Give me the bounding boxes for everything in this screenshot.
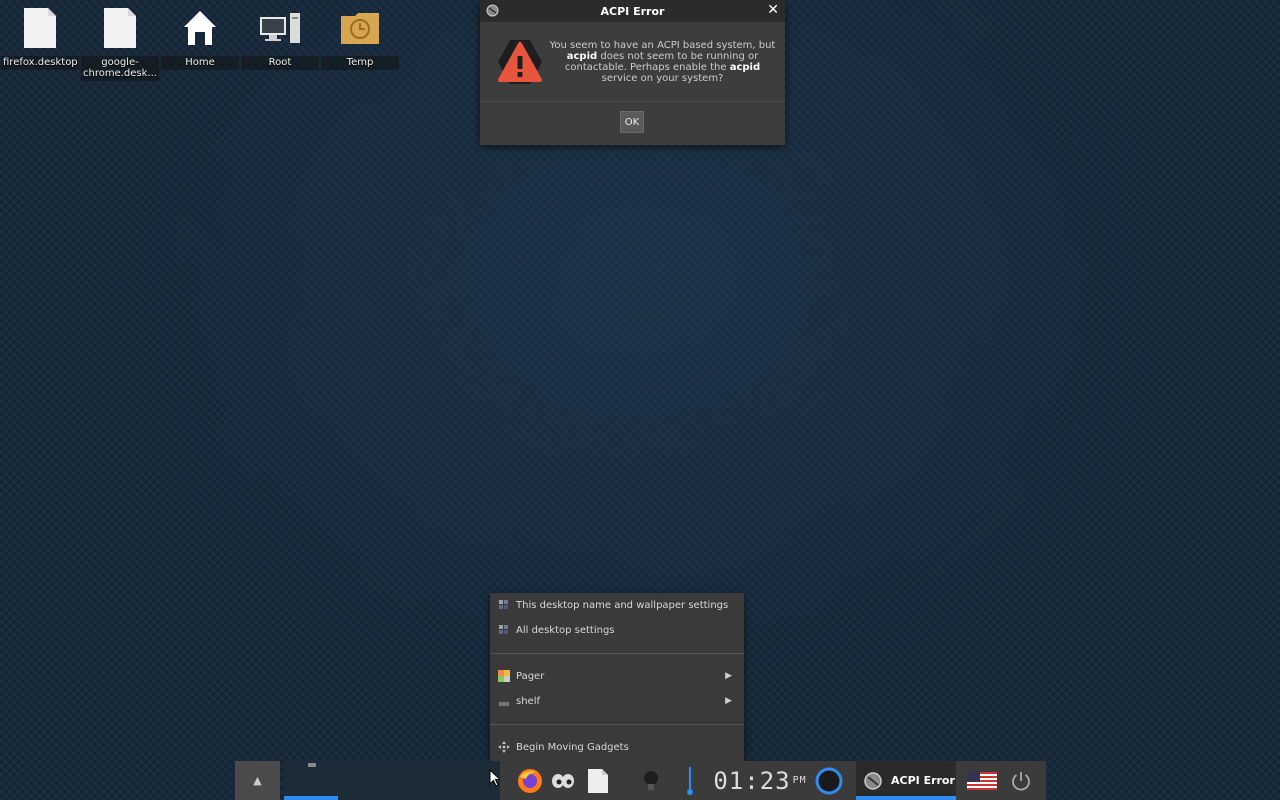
thermometer-icon	[687, 766, 693, 795]
pager[interactable]	[284, 761, 500, 800]
task-acpi-error[interactable]: ACPI Error	[856, 761, 956, 800]
clock-folder-icon	[341, 13, 379, 44]
desktop-icon-firefox[interactable]: firefox.desktop	[1, 0, 79, 70]
power-button[interactable]	[1006, 761, 1036, 800]
shelf-expand-button[interactable]: ▲	[235, 761, 280, 800]
clock[interactable]: 01:23 PM	[712, 761, 808, 800]
shelf: 01:23 PM ACPI Error	[500, 761, 1046, 800]
close-icon[interactable]: ✕	[767, 2, 779, 18]
shelf-icon	[499, 702, 509, 706]
desktop-icon-label: Home	[161, 56, 239, 70]
menu-separator	[490, 653, 744, 654]
thermometer-gadget[interactable]	[680, 761, 700, 800]
dialog-separator	[480, 101, 785, 102]
ring-icon	[815, 767, 843, 794]
firefox-icon	[518, 768, 542, 793]
submenu-arrow-icon: ▶	[725, 696, 732, 706]
dialog-titlebar[interactable]: ACPI Error ✕	[480, 0, 785, 22]
menu-item-pager[interactable]: Pager ▶	[490, 666, 744, 686]
power-icon	[1012, 771, 1030, 791]
menu-item-begin-moving-gadgets[interactable]: Begin Moving Gadgets	[490, 737, 744, 757]
submenu-arrow-icon: ▶	[725, 671, 732, 681]
menu-separator	[490, 724, 744, 725]
menu-item-shelf[interactable]: shelf ▶	[490, 691, 744, 711]
file-launcher[interactable]	[584, 761, 612, 800]
menu-item-all-desktop-settings[interactable]: All desktop settings	[490, 620, 744, 640]
warning-icon	[498, 40, 542, 84]
dialog-message: You seem to have an ACPI based system, b…	[549, 40, 776, 84]
file-icon	[588, 768, 608, 793]
pager-active-indicator	[284, 796, 338, 800]
gadget-launcher[interactable]	[548, 761, 578, 800]
desktop-icon-chrome[interactable]: google-chrome.desk...	[81, 0, 159, 81]
task-active-indicator	[856, 796, 956, 800]
clock-time: 01:23	[713, 766, 791, 795]
desktop-icon-home[interactable]: Home	[161, 0, 239, 70]
chevron-up-icon: ▲	[253, 774, 262, 787]
move-icon	[498, 741, 510, 753]
menu-item-desktop-name-wallpaper[interactable]: This desktop name and wallpaper settings	[490, 595, 744, 615]
desktop-icon-label: Temp	[321, 56, 399, 70]
computer-icon	[260, 13, 300, 43]
clock-ampm: PM	[792, 775, 807, 786]
window-icon	[864, 771, 882, 790]
desktop-context-menu: This desktop name and wallpaper settings…	[490, 593, 744, 761]
task-label: ACPI Error	[891, 774, 955, 787]
desktop-settings-icon	[499, 625, 508, 634]
home-icon	[184, 11, 216, 45]
dialog-title: ACPI Error	[600, 4, 665, 18]
ok-button[interactable]: OK	[620, 111, 644, 133]
file-icon	[104, 8, 136, 48]
desktop-settings-icon	[499, 600, 508, 609]
firefox-launcher[interactable]	[514, 761, 546, 800]
battery-gadget[interactable]	[814, 761, 844, 800]
pager-icon	[498, 670, 510, 682]
desktop-icon-temp[interactable]: Temp	[321, 0, 399, 70]
keyboard-layout-button[interactable]	[964, 761, 1000, 800]
desktop-icon-root[interactable]: Root	[241, 0, 319, 70]
desktop-icon-label: Root	[241, 56, 319, 70]
eyes-icon	[552, 773, 574, 788]
desktop-icon-label: firefox.desktop	[1, 56, 79, 70]
lightbulb-icon	[644, 770, 658, 790]
lightbulb-gadget[interactable]	[636, 761, 666, 800]
desktop-icon-label: google-chrome.desk...	[81, 56, 159, 81]
pager-window-thumb	[308, 763, 316, 767]
window-icon	[486, 4, 499, 17]
file-icon	[24, 8, 56, 48]
us-flag-icon	[967, 771, 997, 790]
